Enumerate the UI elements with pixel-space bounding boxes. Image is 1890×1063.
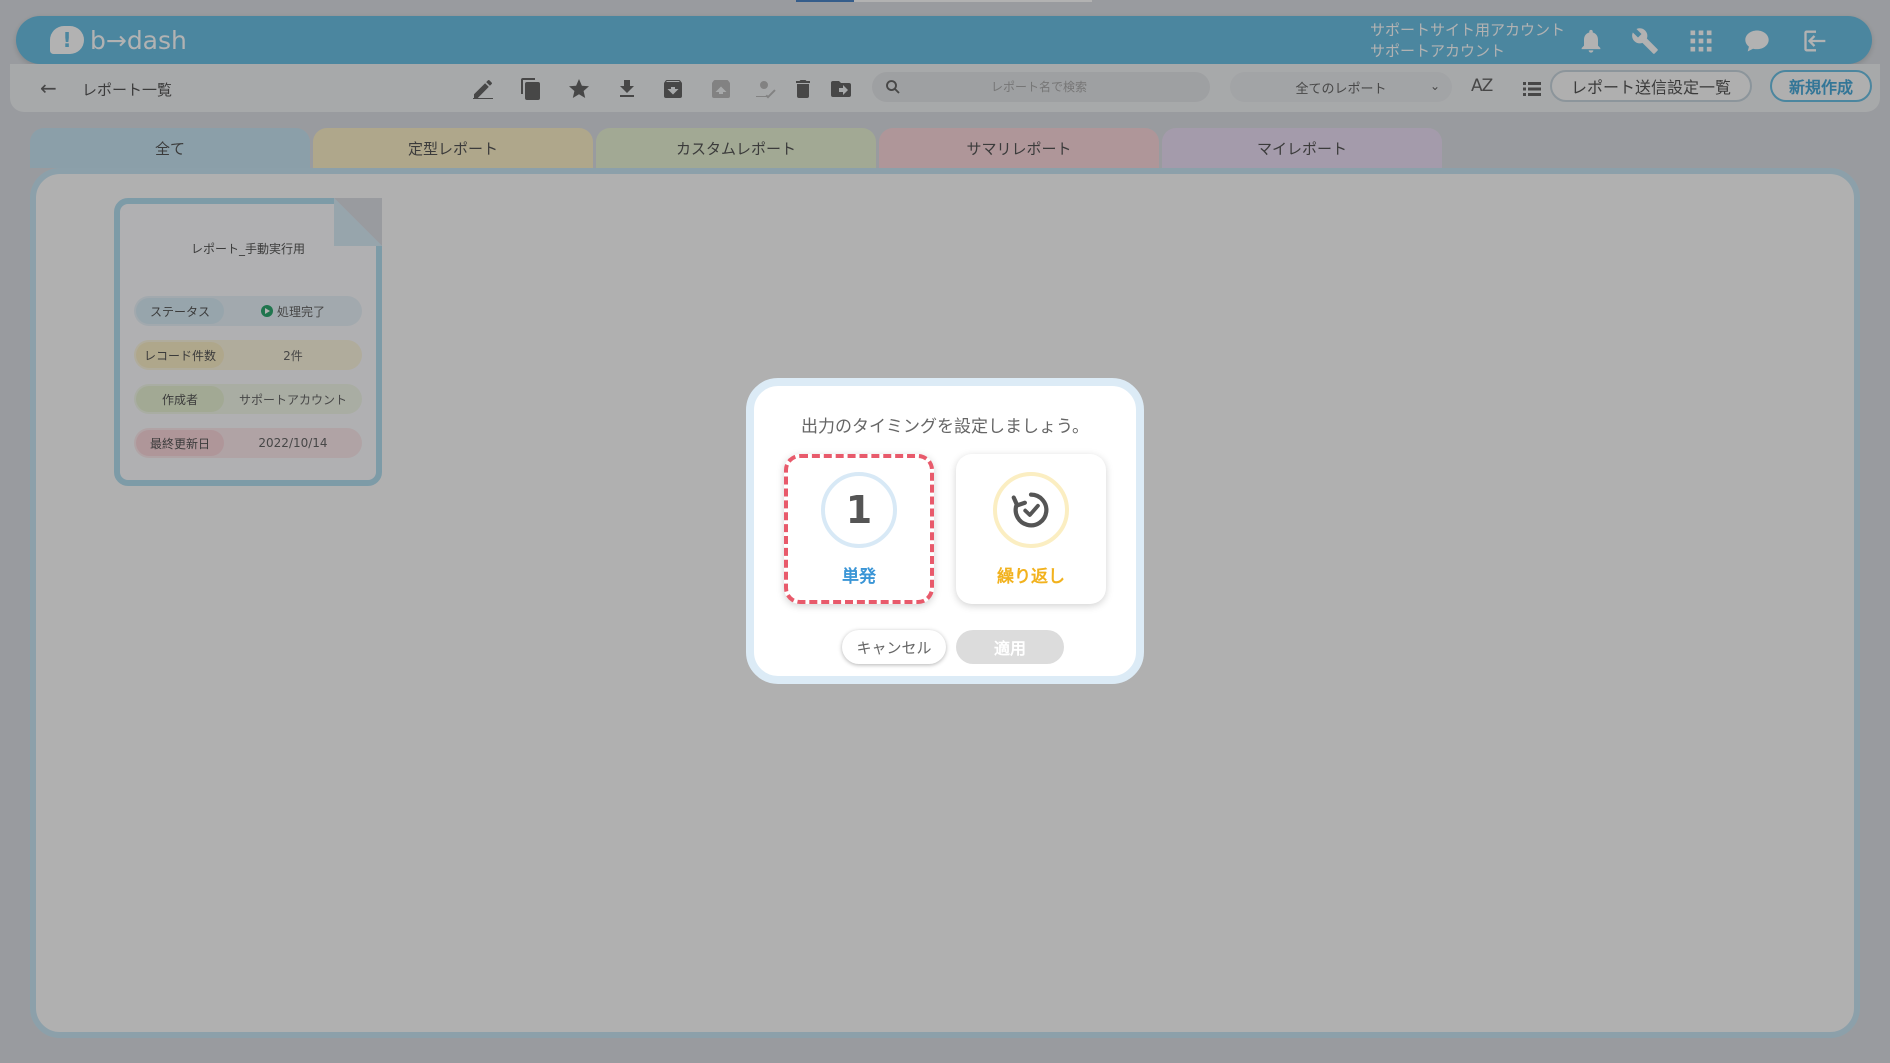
number-one-icon: 1	[821, 472, 897, 548]
option-repeat-label: 繰り返し	[997, 567, 1065, 587]
option-single-label: 単発	[842, 567, 876, 587]
cancel-button[interactable]: キャンセル	[842, 630, 946, 664]
apply-button[interactable]: 適用	[956, 630, 1064, 664]
option-repeat[interactable]: 繰り返し	[956, 454, 1106, 604]
option-single[interactable]: 1 単発	[784, 454, 934, 604]
output-timing-dialog: 出力のタイミングを設定しましょう。 1 単発 繰り返し キャンセル 適用	[746, 378, 1144, 684]
repeat-clock-icon	[993, 472, 1069, 548]
dialog-title: 出力のタイミングを設定しましょう。	[801, 417, 1089, 437]
